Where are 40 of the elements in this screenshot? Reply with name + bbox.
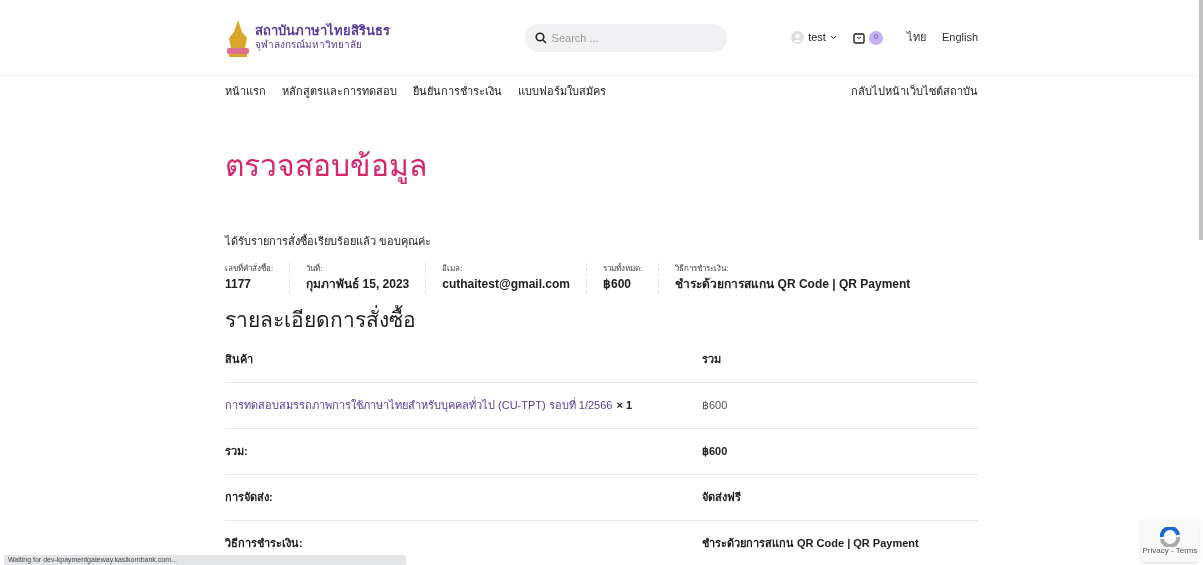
summary-label: รวม: [225,444,249,459]
overview-value: 1177 [225,275,253,293]
overview-value: ฿600 [603,275,633,293]
overview-label: วิธีการชำระเงิน: [675,262,730,275]
overview-label: วันที่: [306,262,324,275]
nav-link[interactable]: หน้าแรก [225,82,266,100]
back-to-site-link[interactable]: กลับไปหน้าเว็บไซต์สถาบัน [851,82,978,100]
product-link[interactable]: การทดสอบสมรรถภาพการใช้ภาษาไทยสำหรับบุคคลทั่วไป (CU-TPT) รอบที่ 1/2566 [225,397,613,414]
row-total: ชำระด้วยการสแกน QR Code | QR Payment [702,536,919,551]
overview-value: กุมภาพันธ์ 15, 2023 [306,275,410,293]
recaptcha-arrows-icon [1159,527,1181,547]
privacy-terms-text: Privacy - Terms [1142,547,1198,555]
overview-label: เลขที่คำสั่งซื้อ: [225,262,274,275]
user-menu[interactable]: test [791,29,837,46]
quantity-text: × 1 [616,398,633,413]
order-details-heading: รายละเอียดการสั่งซื้อ [225,306,417,333]
nav-link[interactable]: ยืนยันการชำระเงิน [413,82,502,100]
university-name: จุฬาลงกรณ์มหาวิทยาลัย [255,39,363,52]
institute-name: สถาบันภาษาไทยสิรินธร [255,23,390,39]
overview-value: cuthaitest@gmail.com [442,275,570,293]
summary-label: การจัดส่ง: [225,490,274,505]
shopping-bag-icon[interactable] [852,31,865,44]
language-link[interactable]: English [941,29,978,46]
column-header: สินค้า [225,351,254,367]
avatar-icon [791,31,805,44]
row-total: ฿600 [702,398,728,413]
row-total: ฿600 [702,444,728,459]
language-link[interactable]: ไทย [906,29,926,46]
overview-value: ชำระด้วยการสแกน QR Code | QR Payment [675,275,911,293]
row-total: จัดส่งฟรี [702,490,741,505]
search-field[interactable]: Search ... [524,23,727,52]
recaptcha-badge[interactable]: Privacy - Terms [1141,520,1199,562]
nav-link[interactable]: หลักสูตรและการทดสอบ [282,82,397,100]
thank-you-message: ได้รับรายการสั่งซื้อเรียบร้อยแล้ว ขอบคุณค่ะ [225,233,433,250]
overview-label: รวมทั้งหมด: [603,262,643,275]
column-header: รวม [702,351,721,367]
nav-link[interactable]: แบบฟอร์มใบสมัคร [518,82,606,100]
caret-icon [829,35,837,40]
summary-label: วิธีการชำระเงิน: [225,536,304,551]
overview-label: อีเมล: [442,262,464,275]
